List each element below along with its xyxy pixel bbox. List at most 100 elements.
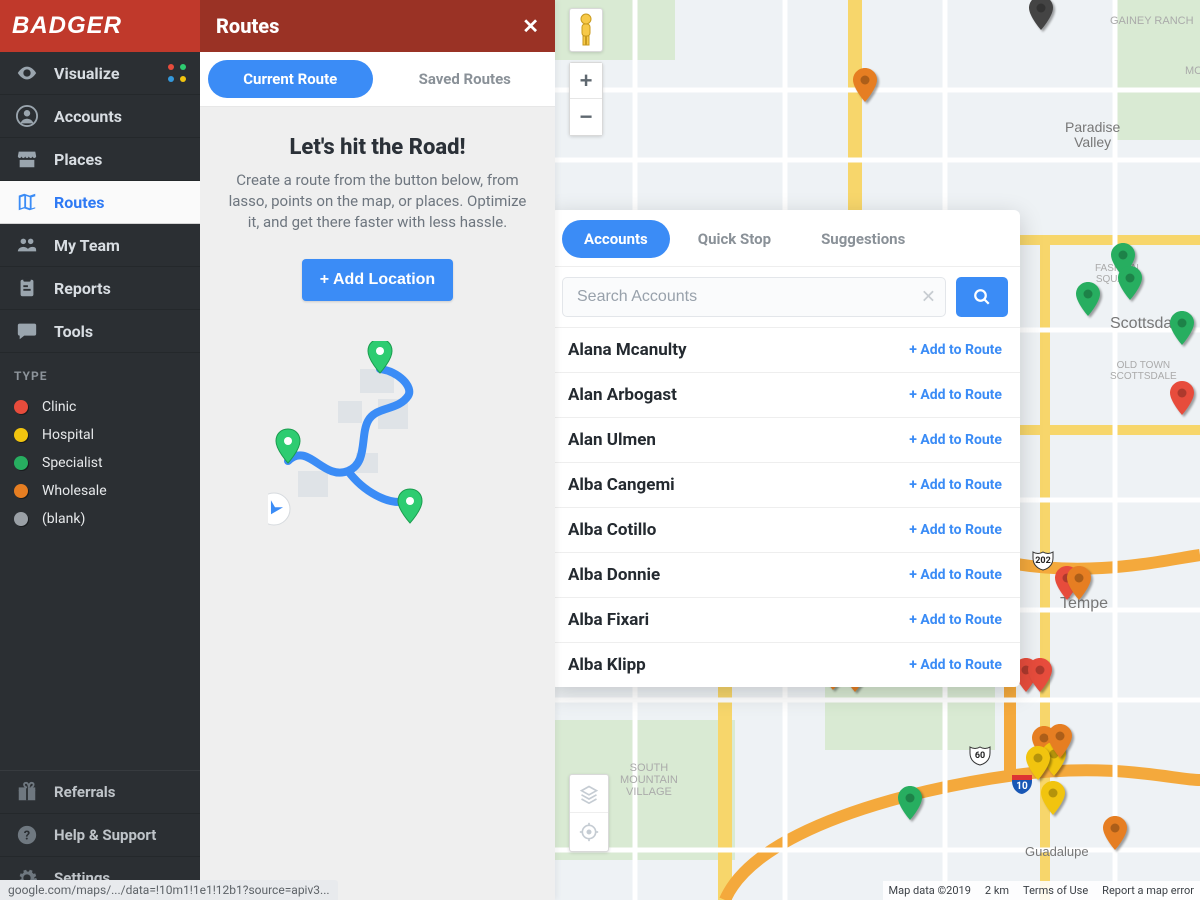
panel-tabs: Current Route Saved Routes: [200, 52, 555, 107]
map-pin[interactable]: [1029, 0, 1053, 30]
legend-item[interactable]: Specialist: [14, 449, 186, 477]
storefront-icon: [14, 148, 40, 170]
svg-text:10: 10: [1016, 781, 1028, 792]
account-name: Alba Cangemi: [568, 475, 675, 495]
map-pin[interactable]: [1041, 781, 1065, 815]
map-pin[interactable]: [853, 68, 877, 102]
search-button[interactable]: [956, 277, 1008, 317]
nav-routes[interactable]: Routes: [0, 181, 200, 224]
zoom-in-button[interactable]: +: [570, 63, 602, 99]
map-pin[interactable]: [1067, 566, 1091, 600]
legend-swatch: [14, 400, 28, 414]
map-pin[interactable]: [1170, 381, 1194, 415]
legend-swatch: [14, 512, 28, 526]
nav-accounts[interactable]: Accounts: [0, 95, 200, 138]
tab-current-route[interactable]: Current Route: [208, 60, 373, 98]
nav-label: Tools: [54, 322, 93, 341]
account-row[interactable]: Alba Fixari+ Add to Route: [550, 598, 1020, 643]
map-pin[interactable]: [1170, 311, 1194, 345]
sidebar: BADGER Visualize Accounts Places Routes: [0, 0, 200, 900]
map[interactable]: GAINEY RANCHParadiseValleyScottsdaleFASH…: [555, 0, 1200, 900]
legend-item[interactable]: Hospital: [14, 421, 186, 449]
routes-panel: Routes ✕ Current Route Saved Routes Let'…: [200, 0, 555, 900]
account-row[interactable]: Alba Donnie+ Add to Route: [550, 553, 1020, 598]
terms-link[interactable]: Terms of Use: [1023, 884, 1088, 897]
account-row[interactable]: Alba Klipp+ Add to Route: [550, 643, 1020, 687]
add-to-route-link[interactable]: + Add to Route: [909, 477, 1002, 493]
status-bar-url: google.com/maps/.../data=!10m1!1e1!12b1?…: [0, 880, 338, 900]
account-row[interactable]: Alan Arbogast+ Add to Route: [550, 373, 1020, 418]
legend-label: (blank): [42, 511, 85, 527]
map-place-label: SOUTHMOUNTAINVILLAGE: [620, 762, 678, 798]
map-pin[interactable]: [1103, 816, 1127, 850]
locate-icon[interactable]: [570, 813, 608, 851]
nav-label: My Team: [54, 236, 120, 255]
legend-item[interactable]: Wholesale: [14, 477, 186, 505]
map-controls: + −: [569, 8, 603, 136]
highway-shield: 202: [1031, 548, 1055, 572]
gift-icon: [14, 781, 40, 803]
pegman-icon[interactable]: [569, 8, 603, 52]
add-to-route-link[interactable]: + Add to Route: [909, 567, 1002, 583]
account-name: Alana Mcanulty: [568, 340, 687, 360]
nav-myteam[interactable]: My Team: [0, 224, 200, 267]
map-place-label: Guadalupe: [1025, 845, 1089, 859]
close-icon[interactable]: ✕: [522, 14, 539, 38]
zoom-out-button[interactable]: −: [570, 99, 602, 135]
map-place-label: GAINEY RANCH: [1110, 15, 1194, 27]
add-to-route-link[interactable]: + Add to Route: [909, 612, 1002, 628]
nav-help[interactable]: ? Help & Support: [0, 814, 200, 857]
map-pin[interactable]: [1076, 282, 1100, 316]
popup-search-row: ✕: [550, 267, 1020, 328]
map-place-label: MC: [1185, 65, 1200, 77]
popup-tab-accounts[interactable]: Accounts: [562, 220, 670, 258]
legend-swatch: [14, 484, 28, 498]
nav-referrals[interactable]: Referrals: [0, 771, 200, 814]
nav-tools[interactable]: Tools: [0, 310, 200, 353]
account-row[interactable]: Alba Cangemi + Add to Route: [550, 463, 1020, 508]
nav-places[interactable]: Places: [0, 138, 200, 181]
nav-label: Referrals: [54, 783, 115, 801]
nav-visualize[interactable]: Visualize: [0, 52, 200, 95]
popup-tab-suggestions[interactable]: Suggestions: [799, 220, 927, 258]
legend-item[interactable]: (blank): [14, 505, 186, 533]
legend-label: Specialist: [42, 455, 103, 471]
popup-tab-quickstop[interactable]: Quick Stop: [676, 220, 793, 258]
tab-saved-routes[interactable]: Saved Routes: [383, 60, 548, 98]
nav-reports[interactable]: Reports: [0, 267, 200, 310]
account-row[interactable]: Alba Cotillo + Add to Route: [550, 508, 1020, 553]
account-row[interactable]: Alan Ulmen + Add to Route: [550, 418, 1020, 463]
clear-icon[interactable]: ✕: [921, 287, 936, 308]
map-pin[interactable]: [1048, 724, 1072, 758]
svg-text:202: 202: [1035, 556, 1051, 566]
primary-nav: Visualize Accounts Places Routes My Team: [0, 52, 200, 353]
map-pin[interactable]: [1028, 658, 1052, 692]
panel-header: Routes ✕: [200, 0, 555, 52]
account-row[interactable]: Alana Mcanulty + Add to Route: [550, 328, 1020, 373]
add-to-route-link[interactable]: + Add to Route: [909, 432, 1002, 448]
add-to-route-link[interactable]: + Add to Route: [909, 387, 1002, 403]
add-location-button[interactable]: + Add Location: [302, 259, 453, 301]
chat-icon: [14, 320, 40, 342]
nav-label: Help & Support: [54, 826, 156, 844]
account-name: Alba Cotillo: [568, 520, 656, 540]
add-to-route-link[interactable]: + Add to Route: [909, 657, 1002, 673]
add-to-route-link[interactable]: + Add to Route: [909, 522, 1002, 538]
account-name: Alan Ulmen: [568, 430, 656, 450]
report-error-link[interactable]: Report a map error: [1102, 884, 1194, 897]
add-to-route-link[interactable]: + Add to Route: [909, 342, 1002, 358]
map-icon: [14, 191, 40, 213]
layers-icon[interactable]: [570, 775, 608, 813]
route-illustration: [268, 341, 488, 561]
eye-icon: [14, 62, 40, 84]
highway-shield: 60: [968, 743, 992, 767]
popup-tabs: Accounts Quick Stop Suggestions: [550, 210, 1020, 267]
map-pin[interactable]: [1118, 266, 1142, 300]
legend-swatch: [14, 428, 28, 442]
map-pin[interactable]: [898, 786, 922, 820]
search-accounts-input[interactable]: [562, 277, 946, 317]
map-pin[interactable]: [1026, 746, 1050, 780]
zoom-controls: + −: [569, 62, 603, 136]
legend-label: Clinic: [42, 399, 76, 415]
legend-item[interactable]: Clinic: [14, 393, 186, 421]
